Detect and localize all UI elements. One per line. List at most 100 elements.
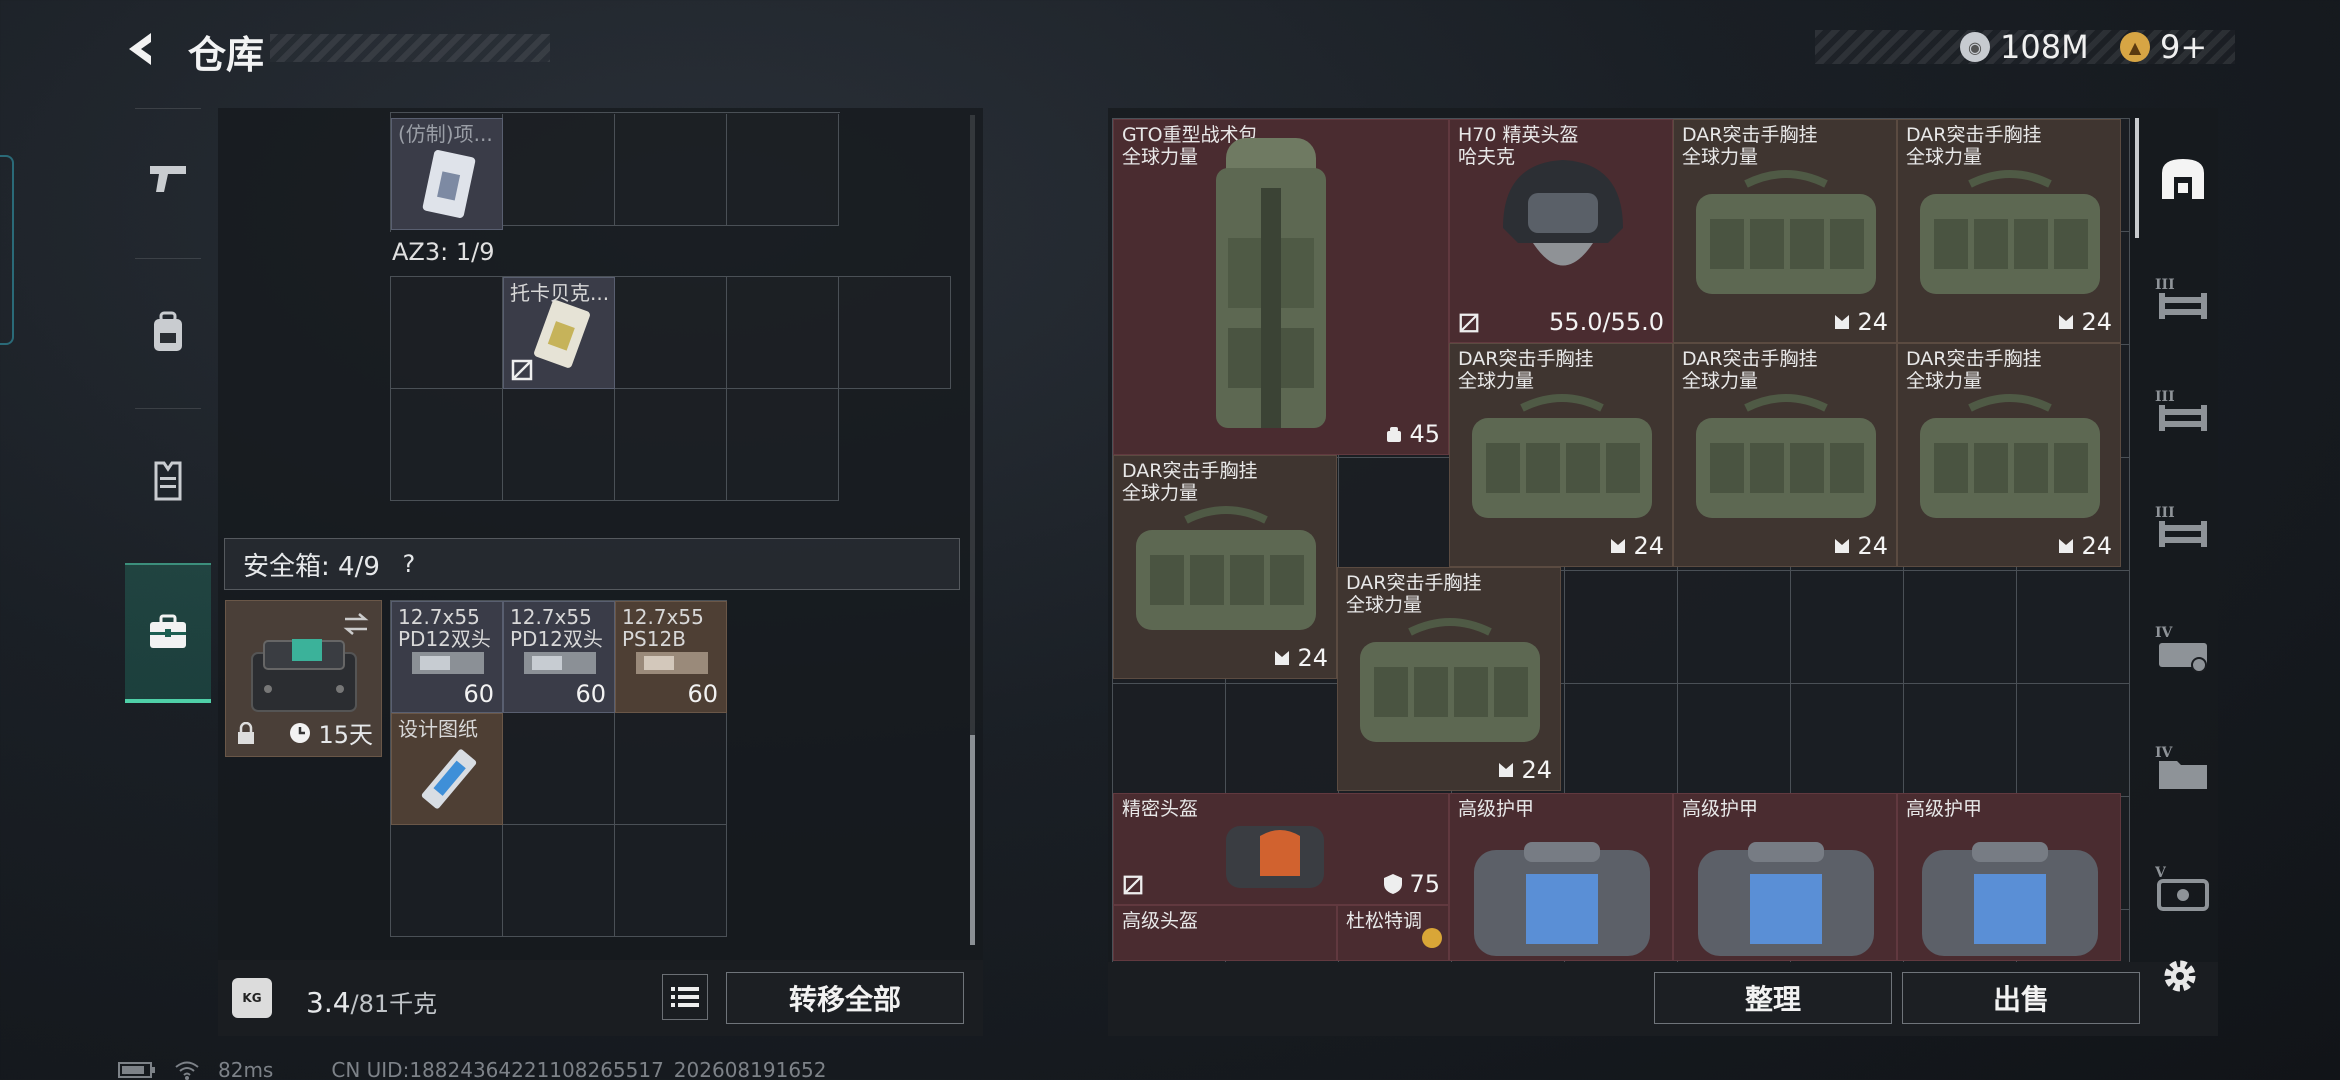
ammo-count: 60 [575, 680, 606, 708]
grid-cell[interactable] [615, 389, 727, 501]
currency-silver[interactable]: ◉ 108M [1960, 28, 2089, 66]
item-durability-value: 55.0/55.0 [1549, 308, 1664, 336]
safebox-case[interactable]: 15天 [225, 600, 382, 757]
ammo-item[interactable]: 12.7x55 PD12双头 60 [503, 601, 615, 713]
sell-button[interactable]: 出售 [1902, 972, 2140, 1024]
item-imitation-necklace[interactable]: (仿制)项... [391, 118, 503, 230]
item-count-value: 75 [1409, 870, 1440, 898]
no-insurance-icon [1459, 313, 1479, 333]
item-precision-helmet[interactable]: 精密头盔 75 [1113, 793, 1449, 905]
lock-icon [238, 722, 254, 744]
item-advanced-armor[interactable]: 高级护甲 [1897, 793, 2121, 961]
item-advanced-armor[interactable]: 高级护甲 [1449, 793, 1673, 961]
left-scrollbar[interactable] [970, 115, 975, 945]
grid-cell[interactable] [727, 114, 839, 226]
item-package-icon [422, 150, 476, 218]
storage-tab-iii-3[interactable]: III [2148, 486, 2218, 566]
safebox-help-button[interactable]: ? [394, 549, 424, 579]
currency-gold[interactable]: ▲ 9+ [2120, 28, 2207, 66]
list-icon [671, 987, 699, 1007]
no-insurance-icon [511, 359, 533, 381]
shield-icon [1384, 874, 1403, 894]
grid-cell[interactable] [503, 825, 615, 937]
item-name: H70 精英头盔 [1458, 124, 1579, 146]
item-tokabek[interactable]: 托卡贝克... [503, 277, 615, 389]
sort-button[interactable]: 整理 [1654, 972, 1892, 1024]
storage-tab-iii-1[interactable]: III [2148, 258, 2218, 338]
nav-item-backpack[interactable] [125, 273, 211, 393]
az3-grid [390, 276, 951, 501]
grid-cell[interactable] [615, 825, 727, 937]
storage-tab-v[interactable]: V [2148, 848, 2218, 928]
grid-cell[interactable] [839, 277, 951, 389]
item-advanced-armor[interactable]: 高级护甲 [1673, 793, 1897, 961]
item-h70-helmet[interactable]: H70 精英头盔 哈夫克 55.0/55.0 [1449, 119, 1673, 343]
item-count-value: 24 [1297, 644, 1328, 672]
item-dar-vest[interactable]: DAR突击手胸挂 全球力量 24 [1673, 119, 1897, 343]
side-drawer-handle[interactable] [0, 155, 14, 345]
grid-cell[interactable] [615, 277, 727, 389]
clock-icon [290, 722, 311, 743]
item-count: 24 [1609, 532, 1664, 560]
grid-cell[interactable] [615, 114, 727, 226]
vest-icon [154, 461, 182, 501]
nav-item-safebox[interactable] [125, 563, 211, 703]
item-dar-vest[interactable]: DAR突击手胸挂 全球力量 24 [1673, 343, 1897, 567]
grid-cell[interactable] [391, 825, 503, 937]
grid-cell[interactable] [503, 389, 615, 501]
item-count: 24 [2057, 532, 2112, 560]
grid-cell[interactable] [391, 389, 503, 501]
item-name: DAR突击手胸挂 [1122, 460, 1258, 482]
uid-text: CN UID:18824364221108265517_202608191652 [331, 1058, 827, 1080]
ammo-count: 60 [463, 680, 494, 708]
storage-tab-iv-2[interactable]: IV [2148, 728, 2218, 808]
storage-tab-iii-2[interactable]: III [2148, 370, 2218, 450]
ammo-count: 60 [687, 680, 718, 708]
grid-cell[interactable] [503, 114, 615, 226]
item-juniper-drink[interactable]: 杜松特调 [1337, 905, 1449, 961]
right-scrollbar[interactable] [2135, 118, 2139, 238]
item-dar-vest[interactable]: DAR突击手胸挂 全球力量 24 [1897, 119, 2121, 343]
no-insurance-icon [1123, 875, 1143, 895]
ammo-name: 12.7x55 PD12双头 [510, 606, 603, 650]
item-durability: 55.0/55.0 [1549, 308, 1664, 336]
list-view-button[interactable] [662, 974, 708, 1020]
grid-cell[interactable] [503, 713, 615, 825]
currency-gold-value: 9+ [2160, 28, 2208, 66]
nav-item-weapon[interactable] [125, 118, 211, 238]
transfer-all-button[interactable]: 转移全部 [726, 972, 964, 1024]
weight-icon: KG [232, 978, 272, 1018]
grid-cell[interactable] [727, 389, 839, 501]
safebox-timer: 15天 [288, 715, 373, 750]
item-dar-vest[interactable]: DAR突击手胸挂 全球力量 24 [1449, 343, 1673, 567]
ammo-item[interactable]: 12.7x55 PS12B 60 [615, 601, 727, 713]
vest-image [1920, 394, 2100, 518]
vest-image [1360, 618, 1540, 742]
blueprint-item[interactable]: 设计图纸 [391, 713, 503, 825]
settings-button[interactable] [2160, 956, 2200, 996]
safebox-label: 安全箱: 4/9 [243, 551, 380, 582]
storage-tab-main[interactable] [2148, 138, 2218, 218]
shelf-icon: III [2155, 505, 2207, 547]
capacity-icon [1275, 651, 1290, 665]
item-dar-vest[interactable]: DAR突击手胸挂 全球力量 24 [1337, 567, 1561, 791]
item-title: DAR突击手胸挂 全球力量 [1682, 124, 1818, 168]
item-dar-vest[interactable]: DAR突击手胸挂 全球力量 24 [1897, 343, 2121, 567]
weight-indicator: 3.4/81千克 [306, 984, 437, 1019]
shelf-icon: III [2155, 389, 2207, 431]
nav-item-vest[interactable] [125, 421, 211, 541]
ping-text: 82ms [218, 1058, 274, 1080]
ammo-box-icon [412, 652, 484, 674]
item-dar-vest[interactable]: DAR突击手胸挂 全球力量 24 [1113, 455, 1337, 679]
battery-icon [118, 1062, 155, 1078]
ammo-name-line1: 12.7x55 [622, 605, 704, 629]
grid-cell[interactable] [615, 713, 727, 825]
item-advanced-helmet[interactable]: 高级头盔 [1113, 905, 1337, 961]
item-gto-backpack[interactable]: GTO重型战术包 全球力量 45 [1113, 119, 1449, 455]
storage-tab-iv-1[interactable]: IV [2148, 608, 2218, 688]
grid-cell[interactable] [391, 277, 503, 389]
grid-cell[interactable] [727, 277, 839, 389]
safebox-header: 安全箱: 4/9 ? [224, 538, 960, 590]
ammo-item[interactable]: 12.7x55 PD12双头 60 [391, 601, 503, 713]
back-button[interactable] [118, 26, 164, 72]
